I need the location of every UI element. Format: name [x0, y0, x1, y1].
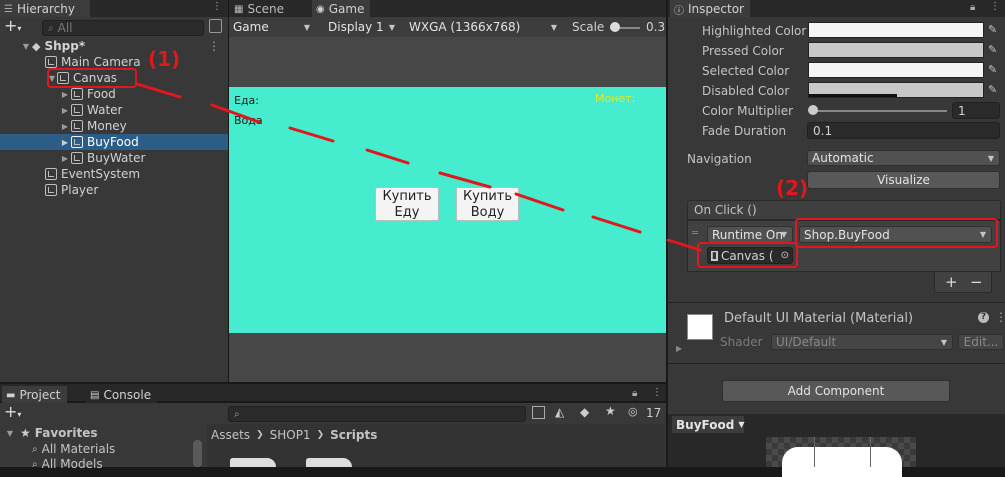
arrow-segment	[514, 192, 565, 212]
arrow-segment	[288, 126, 335, 143]
arrow-segment	[210, 103, 261, 124]
arrow-segment	[135, 82, 182, 99]
arrow-segment	[438, 171, 492, 189]
arrow-segment	[666, 238, 702, 252]
arrow-segment	[365, 148, 410, 165]
arrow-segment	[591, 215, 642, 234]
annotation-arrow	[135, 82, 702, 252]
